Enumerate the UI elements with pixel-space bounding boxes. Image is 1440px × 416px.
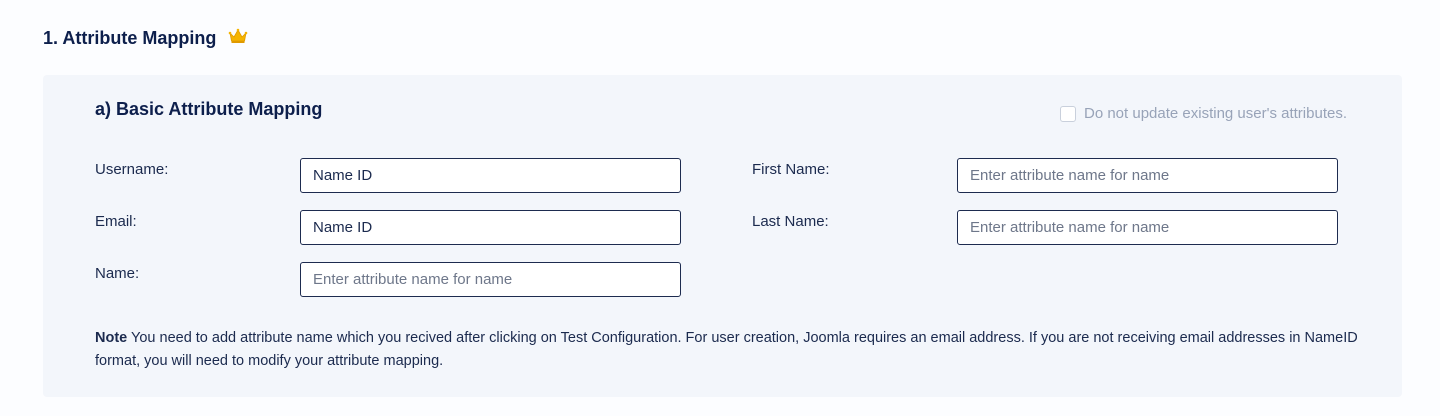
name-input[interactable]	[300, 262, 681, 297]
last-name-input[interactable]	[957, 210, 1338, 245]
basic-attribute-mapping-title: a) Basic Attribute Mapping	[95, 99, 323, 119]
crown-icon	[228, 28, 248, 44]
last-name-label: Last Name:	[752, 213, 829, 230]
section-title-text: 1. Attribute Mapping	[43, 28, 217, 48]
first-name-label: First Name:	[752, 161, 830, 178]
name-label: Name:	[95, 265, 140, 282]
no-update-checkbox[interactable]	[1059, 105, 1076, 122]
first-name-input[interactable]	[957, 158, 1338, 193]
email-label: Email:	[95, 213, 137, 230]
basic-attribute-mapping-panel: a) Basic Attribute Mapping Do not update…	[43, 75, 1402, 397]
no-update-label: Do not update existing user's attributes…	[1083, 105, 1347, 122]
username-input[interactable]	[300, 158, 681, 193]
username-label: Username:	[95, 161, 169, 178]
no-update-option[interactable]: Do not update existing user's attributes…	[1059, 105, 1347, 122]
note-text: You need to add attribute name which you…	[95, 330, 1358, 369]
note-label: Note	[95, 330, 128, 346]
section-title: 1. Attribute Mapping	[43, 28, 248, 49]
attribute-note: Note You need to add attribute name whic…	[95, 327, 1385, 373]
email-input[interactable]	[300, 210, 681, 245]
